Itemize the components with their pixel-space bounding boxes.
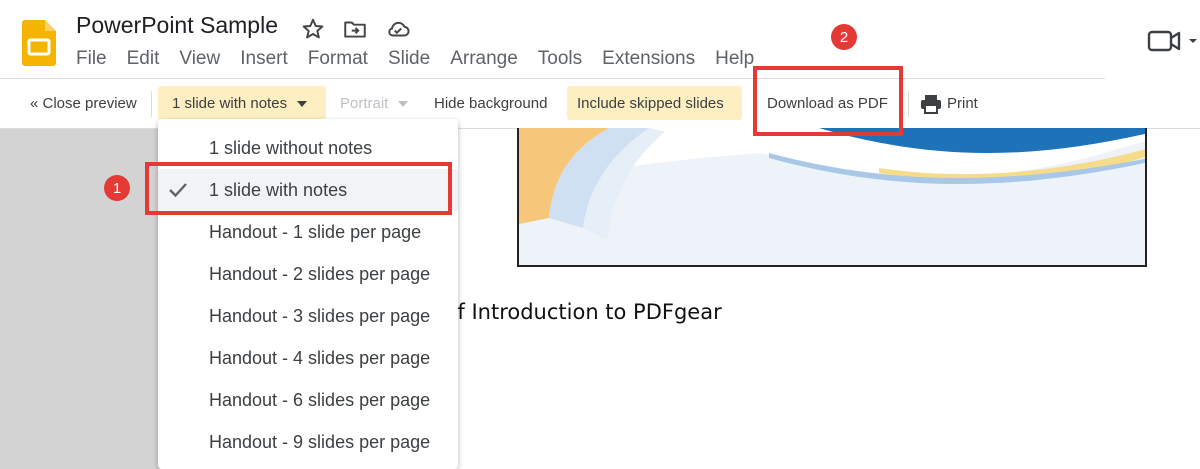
option-handout-4-slides[interactable]: Handout - 4 slides per page [158,337,458,379]
option-label: Handout - 3 slides per page [209,305,431,326]
option-label: Handout - 4 slides per page [209,347,431,368]
chevron-down-icon [398,100,409,107]
option-label: 1 slide without notes [209,137,373,158]
include-skipped-slides-button[interactable]: Include skipped slides [577,79,724,128]
option-label: Handout - 2 slides per page [209,263,431,284]
cloud-saved-icon[interactable] [385,16,411,42]
move-to-folder-icon[interactable] [342,16,368,42]
menu-arrange[interactable]: Arrange [450,48,518,70]
layout-select-label: 1 slide with notes [172,95,288,112]
menu-bar: File Edit View Insert Format Slide Arran… [76,48,774,70]
meet-video-icon[interactable] [1146,26,1200,56]
annotation-box-1 [145,162,452,215]
document-title[interactable]: PowerPoint Sample [76,12,278,39]
speaker-notes-text: rief Introduction to PDFgear [430,300,722,324]
menu-extensions[interactable]: Extensions [602,48,695,70]
option-label: Handout - 9 slides per page [209,431,431,452]
preview-background [0,129,160,469]
option-handout-3-slides[interactable]: Handout - 3 slides per page [158,295,458,337]
annotation-badge-2: 2 [831,24,857,50]
annotation-badge-1: 1 [104,175,130,201]
option-handout-9-slides[interactable]: Handout - 9 slides per page [158,421,458,463]
option-handout-1-slide[interactable]: Handout - 1 slide per page [158,211,458,253]
menu-help[interactable]: Help [715,48,754,70]
orientation-select-label: Portrait [340,95,389,112]
menu-edit[interactable]: Edit [127,48,160,70]
toolbar-separator [908,91,909,117]
menu-slide[interactable]: Slide [388,48,430,70]
chevron-down-icon [297,100,308,107]
star-icon[interactable] [300,16,326,42]
option-handout-2-slides[interactable]: Handout - 2 slides per page [158,253,458,295]
slide-wave-graphic [519,128,1145,265]
close-preview-button[interactable]: « Close preview [30,79,137,128]
menu-view[interactable]: View [179,48,220,70]
menu-file[interactable]: File [76,48,107,70]
title-bar: PowerPoint Sample File Edit View Insert … [0,0,1200,79]
printer-icon [921,94,941,114]
menu-insert[interactable]: Insert [240,48,288,70]
print-button-label: Print [947,95,978,112]
menu-format[interactable]: Format [308,48,368,70]
option-label: Handout - 6 slides per page [209,389,431,410]
option-handout-6-slides[interactable]: Handout - 6 slides per page [158,379,458,421]
menu-tools[interactable]: Tools [538,48,582,70]
slide-thumbnail [517,128,1147,267]
print-button[interactable]: Print [920,79,978,128]
option-label: Handout - 1 slide per page [209,221,422,242]
google-slides-logo-icon[interactable] [22,20,56,66]
toolbar-separator [151,91,152,117]
annotation-box-2 [753,66,903,136]
